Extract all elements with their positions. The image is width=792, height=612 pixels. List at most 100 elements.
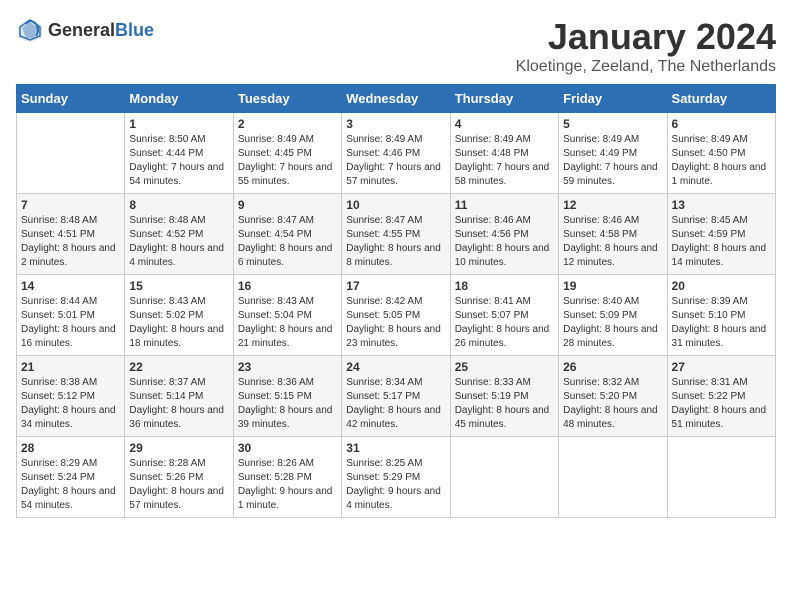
cell-w1-d4: 3 Sunrise: 8:49 AMSunset: 4:46 PMDaylight… [342,113,450,194]
cell-w3-d1: 14 Sunrise: 8:44 AMSunset: 5:01 PMDayligh… [17,275,125,356]
cell-w2-d6: 12 Sunrise: 8:46 AMSunset: 4:58 PMDayligh… [559,194,667,275]
cell-info: Sunrise: 8:41 AMSunset: 5:07 PMDaylight:… [455,296,550,349]
cell-w5-d7 [667,437,775,518]
cell-info: Sunrise: 8:38 AMSunset: 5:12 PMDaylight:… [21,377,116,430]
cell-w2-d4: 10Sunrise: 8:47 AMSunset: 4:55 PMDayligh… [342,194,450,275]
cell-info: Sunrise: 8:25 AMSunset: 5:29 PMDaylight:… [346,458,441,511]
cell-w1-d1 [17,113,125,194]
day-number: 11 [455,198,554,212]
day-number: 12 [563,198,662,212]
cell-w5-d2: 29 Sunrise: 8:28 AMSunset: 5:26 PMDayligh… [125,437,233,518]
logo: GeneralBlue [16,16,154,44]
cell-info: Sunrise: 8:34 AMSunset: 5:17 PMDaylight:… [346,377,441,430]
cell-info: Sunrise: 8:46 AMSunset: 4:58 PMDaylight:… [563,215,658,268]
day-number: 14 [21,279,120,293]
cell-info: Sunrise: 8:32 AMSunset: 5:20 PMDaylight:… [563,377,658,430]
cell-w3-d7: 20 Sunrise: 8:39 AMSunset: 5:10 PMDayligh… [667,275,775,356]
cell-w2-d2: 8 Sunrise: 8:48 AMSunset: 4:52 PMDaylight… [125,194,233,275]
header-thursday: Thursday [450,85,558,113]
day-number: 8 [129,198,228,212]
day-number: 2 [238,117,337,131]
cell-w1-d3: 2 Sunrise: 8:49 AMSunset: 4:45 PMDaylight… [233,113,341,194]
cell-info: Sunrise: 8:43 AMSunset: 5:04 PMDaylight:… [238,296,333,349]
day-number: 15 [129,279,228,293]
week-row-5: 28Sunrise: 8:29 AMSunset: 5:24 PMDayligh… [17,437,776,518]
header-sunday: Sunday [17,85,125,113]
cell-info: Sunrise: 8:29 AMSunset: 5:24 PMDaylight:… [21,458,116,511]
day-number: 16 [238,279,337,293]
day-number: 31 [346,441,445,455]
cell-info: Sunrise: 8:45 AMSunset: 4:59 PMDaylight:… [672,215,767,268]
header-monday: Monday [125,85,233,113]
day-number: 19 [563,279,662,293]
cell-info: Sunrise: 8:36 AMSunset: 5:15 PMDaylight:… [238,377,333,430]
day-number: 18 [455,279,554,293]
cell-info: Sunrise: 8:49 AMSunset: 4:48 PMDaylight:… [455,134,550,187]
day-number: 30 [238,441,337,455]
day-number: 24 [346,360,445,374]
calendar-table: SundayMondayTuesdayWednesdayThursdayFrid… [16,84,776,518]
day-number: 29 [129,441,228,455]
day-number: 3 [346,117,445,131]
week-row-3: 14 Sunrise: 8:44 AMSunset: 5:01 PMDayligh… [17,275,776,356]
cell-w5-d1: 28Sunrise: 8:29 AMSunset: 5:24 PMDayligh… [17,437,125,518]
cell-w2-d5: 11 Sunrise: 8:46 AMSunset: 4:56 PMDayligh… [450,194,558,275]
cell-info: Sunrise: 8:37 AMSunset: 5:14 PMDaylight:… [129,377,224,430]
week-row-2: 7 Sunrise: 8:48 AMSunset: 4:51 PMDaylight… [17,194,776,275]
header-row: SundayMondayTuesdayWednesdayThursdayFrid… [17,85,776,113]
cell-w4-d1: 21Sunrise: 8:38 AMSunset: 5:12 PMDayligh… [17,356,125,437]
day-number: 27 [672,360,771,374]
cell-w4-d3: 23 Sunrise: 8:36 AMSunset: 5:15 PMDayligh… [233,356,341,437]
calendar-body: 1 Sunrise: 8:50 AMSunset: 4:44 PMDaylight… [17,113,776,518]
cell-w4-d5: 25Sunrise: 8:33 AMSunset: 5:19 PMDayligh… [450,356,558,437]
cell-w5-d6 [559,437,667,518]
logo-blue: Blue [115,20,154,40]
cell-w2-d3: 9 Sunrise: 8:47 AMSunset: 4:54 PMDaylight… [233,194,341,275]
cell-w3-d6: 19 Sunrise: 8:40 AMSunset: 5:09 PMDayligh… [559,275,667,356]
cell-info: Sunrise: 8:40 AMSunset: 5:09 PMDaylight:… [563,296,658,349]
cell-info: Sunrise: 8:49 AMSunset: 4:45 PMDaylight:… [238,134,333,187]
cell-w2-d7: 13 Sunrise: 8:45 AMSunset: 4:59 PMDayligh… [667,194,775,275]
day-number: 20 [672,279,771,293]
logo-general: General [48,20,115,40]
cell-w4-d6: 26 Sunrise: 8:32 AMSunset: 5:20 PMDayligh… [559,356,667,437]
day-number: 6 [672,117,771,131]
cell-info: Sunrise: 8:49 AMSunset: 4:49 PMDaylight:… [563,134,658,187]
cell-info: Sunrise: 8:33 AMSunset: 5:19 PMDaylight:… [455,377,550,430]
week-row-1: 1 Sunrise: 8:50 AMSunset: 4:44 PMDaylight… [17,113,776,194]
title-area: January 2024 Kloetinge, Zeeland, The Net… [516,16,776,76]
day-number: 13 [672,198,771,212]
cell-info: Sunrise: 8:46 AMSunset: 4:56 PMDaylight:… [455,215,550,268]
cell-info: Sunrise: 8:48 AMSunset: 4:51 PMDaylight:… [21,215,116,268]
day-number: 4 [455,117,554,131]
day-number: 23 [238,360,337,374]
header-wednesday: Wednesday [342,85,450,113]
cell-w5-d3: 30Sunrise: 8:26 AMSunset: 5:28 PMDayligh… [233,437,341,518]
header-friday: Friday [559,85,667,113]
cell-info: Sunrise: 8:42 AMSunset: 5:05 PMDaylight:… [346,296,441,349]
calendar-header: SundayMondayTuesdayWednesdayThursdayFrid… [17,85,776,113]
cell-w1-d7: 6Sunrise: 8:49 AMSunset: 4:50 PMDaylight… [667,113,775,194]
cell-info: Sunrise: 8:50 AMSunset: 4:44 PMDaylight:… [129,134,224,187]
cell-info: Sunrise: 8:44 AMSunset: 5:01 PMDaylight:… [21,296,116,349]
cell-info: Sunrise: 8:39 AMSunset: 5:10 PMDaylight:… [672,296,767,349]
cell-w4-d2: 22 Sunrise: 8:37 AMSunset: 5:14 PMDayligh… [125,356,233,437]
cell-info: Sunrise: 8:49 AMSunset: 4:46 PMDaylight:… [346,134,441,187]
day-number: 22 [129,360,228,374]
sub-title: Kloetinge, Zeeland, The Netherlands [516,58,776,76]
day-number: 1 [129,117,228,131]
week-row-4: 21Sunrise: 8:38 AMSunset: 5:12 PMDayligh… [17,356,776,437]
day-number: 26 [563,360,662,374]
cell-info: Sunrise: 8:28 AMSunset: 5:26 PMDaylight:… [129,458,224,511]
day-number: 5 [563,117,662,131]
day-number: 10 [346,198,445,212]
cell-info: Sunrise: 8:47 AMSunset: 4:54 PMDaylight:… [238,215,333,268]
cell-w3-d4: 17Sunrise: 8:42 AMSunset: 5:05 PMDayligh… [342,275,450,356]
cell-info: Sunrise: 8:48 AMSunset: 4:52 PMDaylight:… [129,215,224,268]
day-number: 9 [238,198,337,212]
main-title: January 2024 [516,16,776,58]
header-tuesday: Tuesday [233,85,341,113]
cell-w3-d5: 18 Sunrise: 8:41 AMSunset: 5:07 PMDayligh… [450,275,558,356]
cell-w1-d2: 1 Sunrise: 8:50 AMSunset: 4:44 PMDaylight… [125,113,233,194]
day-number: 7 [21,198,120,212]
